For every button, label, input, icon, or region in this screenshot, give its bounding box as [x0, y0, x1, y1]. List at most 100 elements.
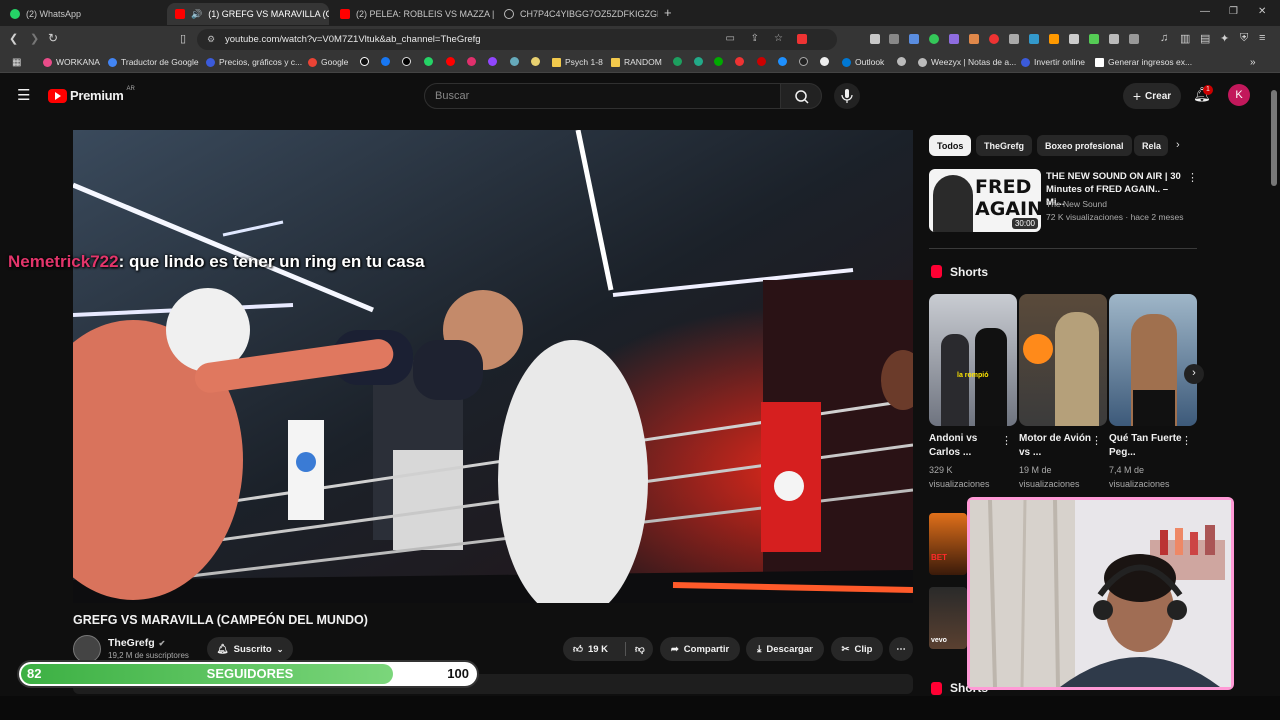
bookmark-instagram[interactable]: [467, 57, 476, 66]
hamburger-menu-icon[interactable]: ☰: [17, 86, 30, 104]
chips-next-icon[interactable]: ›: [1176, 139, 1180, 151]
bookmark-google[interactable]: Google: [308, 57, 348, 67]
short-title[interactable]: Qué Tan Fuerte Peg...: [1109, 432, 1183, 460]
extension-icon[interactable]: [969, 34, 979, 44]
speaker-icon[interactable]: 🔊: [191, 9, 202, 20]
bookmark-traductor[interactable]: Traductor de Google: [108, 57, 199, 67]
channel-name-row[interactable]: TheGrefg ✔: [108, 637, 165, 649]
bookmark-outlook[interactable]: Outlook: [842, 57, 884, 67]
extension-icon[interactable]: [1029, 34, 1039, 44]
bookmark-misc[interactable]: [531, 57, 540, 66]
extension-icon[interactable]: [889, 34, 899, 44]
search-input[interactable]: Buscar: [424, 83, 781, 109]
recommended-channel[interactable]: The New Sound: [1046, 199, 1107, 209]
bookmark-precios[interactable]: Precios, gráficos y c...: [206, 57, 302, 67]
video-thumbnail[interactable]: BET: [929, 513, 967, 575]
extension-icon[interactable]: [949, 34, 959, 44]
bookmark-misc[interactable]: [778, 57, 787, 66]
cast-icon[interactable]: ▭: [726, 33, 735, 44]
short-title[interactable]: Andoni vs Carlos ...: [929, 432, 1003, 460]
bookmark-weezyx[interactable]: Weezyx | Notas de a...: [918, 57, 1016, 67]
menu-icon[interactable]: ≡: [1259, 32, 1265, 44]
short-thumbnail[interactable]: [1019, 294, 1107, 426]
extension-icon[interactable]: [870, 34, 880, 44]
more-vertical-icon[interactable]: ⋮: [1091, 434, 1102, 447]
bookmark-youtube[interactable]: [446, 57, 455, 66]
back-icon[interactable]: ❮: [9, 32, 18, 45]
bookmark-misc[interactable]: [735, 57, 744, 66]
address-bar[interactable]: ⚙ youtube.com/watch?v=V0M7Z1Vltuk&ab_cha…: [197, 29, 837, 50]
search-button[interactable]: [780, 83, 822, 109]
share-button[interactable]: ➦ Compartir: [660, 637, 740, 661]
site-info-icon[interactable]: ⚙: [207, 34, 215, 45]
channel-avatar[interactable]: [73, 635, 101, 663]
bookmark-misc[interactable]: [820, 57, 829, 66]
star-icon[interactable]: ☆: [774, 33, 783, 44]
like-icon[interactable]: 👍︎: [573, 643, 583, 655]
reload-icon[interactable]: ↻: [48, 31, 58, 45]
share-icon[interactable]: ⇪: [751, 33, 759, 44]
close-window-icon[interactable]: ✕: [1258, 6, 1266, 17]
scrollbar-thumb[interactable]: [1271, 90, 1277, 186]
chip-todos[interactable]: Todos: [929, 135, 972, 156]
tab-image[interactable]: CH7P4C4YIBGG7OZ5ZDFKIGZGFY.jpg: [496, 3, 658, 25]
extension-icon[interactable]: [1009, 34, 1019, 44]
extension-icon[interactable]: [909, 34, 919, 44]
bookmark-twitch[interactable]: [488, 57, 497, 66]
shield-icon[interactable]: ⛨: [1240, 32, 1248, 45]
extension-icon[interactable]: [1129, 34, 1139, 44]
forward-icon[interactable]: ❯: [30, 32, 39, 45]
tab-grefg-video[interactable]: 🔊 (1) GREFG VS MARAVILLA (C/ ✕: [167, 3, 329, 25]
recommended-thumbnail[interactable]: FRED AGAIN 30:00: [929, 169, 1041, 232]
extension-icon[interactable]: [1069, 34, 1079, 44]
chip-relacionados[interactable]: Rela: [1134, 135, 1168, 156]
bookmark-misc[interactable]: [694, 57, 703, 66]
bookmark-misc[interactable]: [714, 57, 723, 66]
extension-icon[interactable]: [1089, 34, 1099, 44]
bookmark-facebook[interactable]: [381, 57, 390, 66]
more-vertical-icon[interactable]: ⋮: [1187, 171, 1198, 184]
short-title[interactable]: Motor de Avión vs ...: [1019, 432, 1093, 460]
voice-search-button[interactable]: [834, 83, 860, 109]
more-vertical-icon[interactable]: ⋮: [1181, 434, 1192, 447]
bookmark-tiktok[interactable]: [360, 57, 369, 66]
tab-whatsapp[interactable]: (2) WhatsApp: [2, 3, 162, 25]
more-bookmarks-icon[interactable]: »: [1250, 57, 1256, 68]
bookmark-whatsapp[interactable]: [424, 57, 433, 66]
bookmark-icon[interactable]: ▯: [180, 32, 186, 45]
bookmark-misc[interactable]: [510, 57, 519, 66]
tab-pelea-video[interactable]: (2) PELEA: ROBLEIS VS MAZZA | PAR: [332, 3, 494, 25]
short-thumbnail[interactable]: [1109, 294, 1197, 426]
bookmark-x[interactable]: [402, 57, 411, 66]
bookmark-folder-psych[interactable]: Psych 1-8: [552, 57, 603, 67]
short-thumbnail[interactable]: la rompió: [929, 294, 1017, 426]
create-button[interactable]: + Crear: [1123, 83, 1181, 109]
bookmark-misc[interactable]: [799, 57, 808, 66]
dislike-icon[interactable]: 👎︎: [635, 643, 645, 655]
video-thumbnail[interactable]: vevo: [929, 587, 967, 649]
chip-thegrefg[interactable]: TheGrefg: [976, 135, 1033, 156]
ai-icon[interactable]: ✦: [1220, 32, 1229, 45]
bookmark-misc[interactable]: [757, 57, 766, 66]
bookmark-invertir[interactable]: Invertir online: [1021, 57, 1085, 67]
sidepanel-icon[interactable]: ▥: [1180, 32, 1190, 45]
extension-icon[interactable]: [989, 34, 999, 44]
extension-icon[interactable]: [929, 34, 939, 44]
subscribed-button[interactable]: 🔔︎ Suscrito ⌄: [207, 637, 293, 661]
video-player[interactable]: [73, 130, 913, 603]
shorts-next-button[interactable]: ›: [1184, 364, 1204, 384]
bookmark-workana[interactable]: WORKANA: [43, 57, 100, 67]
like-count[interactable]: 19 K: [588, 644, 608, 655]
ublock-icon[interactable]: [797, 34, 807, 44]
youtube-premium-logo[interactable]: Premium AR: [48, 86, 135, 103]
clip-button[interactable]: ✂ Clip: [831, 637, 883, 661]
puzzle-icon[interactable]: [1109, 34, 1119, 44]
download-button[interactable]: ⤓ Descargar: [746, 637, 824, 661]
minimize-icon[interactable]: —: [1200, 6, 1210, 17]
more-actions-button[interactable]: ⋯: [889, 637, 913, 661]
media-icon[interactable]: ♫: [1160, 32, 1168, 44]
new-tab-button[interactable]: +: [664, 5, 672, 20]
more-vertical-icon[interactable]: ⋮: [1001, 434, 1012, 447]
restore-icon[interactable]: ❐: [1229, 6, 1238, 17]
wallet-icon[interactable]: ▤: [1200, 32, 1210, 45]
